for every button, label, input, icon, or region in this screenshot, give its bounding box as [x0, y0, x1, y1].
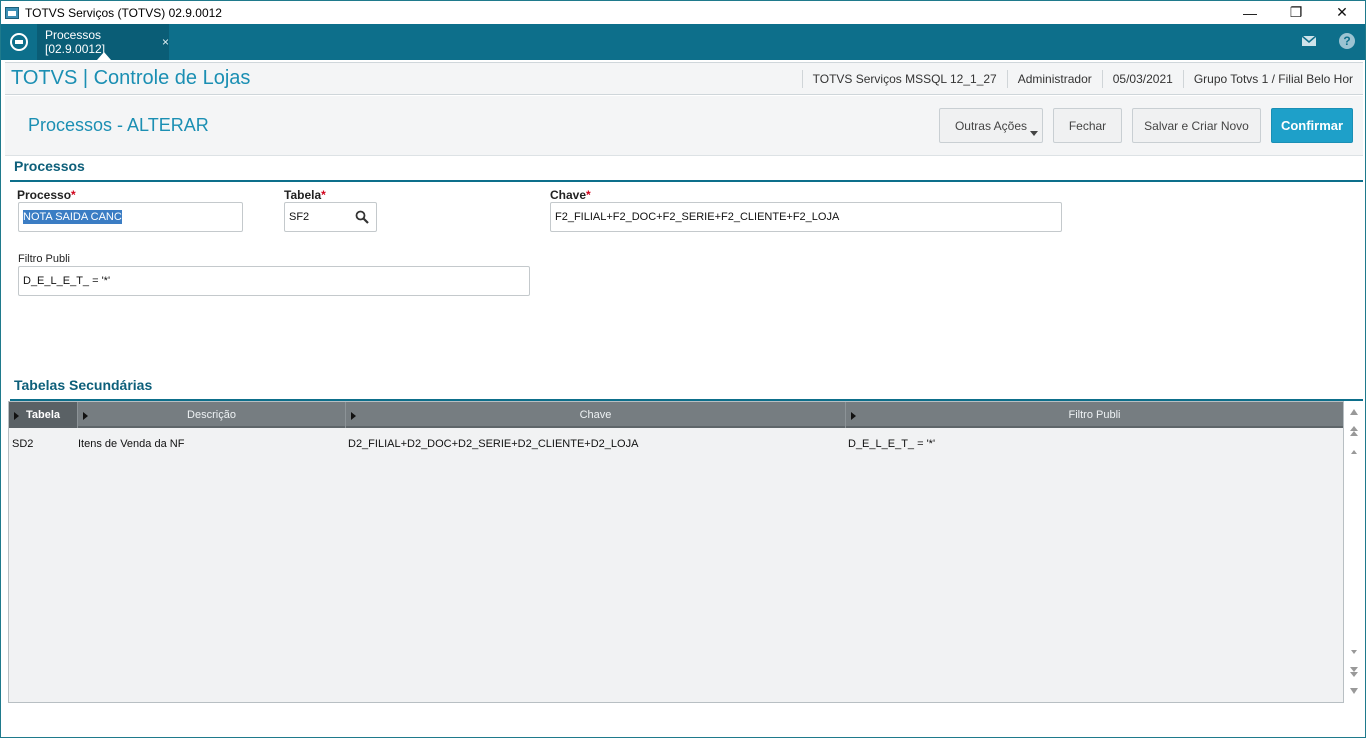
chave-value: F2_FILIAL+F2_DOC+F2_SERIE+F2_CLIENTE+F2_…: [555, 211, 840, 223]
required-mark: *: [586, 188, 591, 202]
grid-header: Tabela Descrição Chave Filtro Publi: [9, 402, 1343, 428]
window-controls: — ❐ ✕: [1227, 1, 1365, 24]
scroll-page-up-icon[interactable]: [1348, 425, 1360, 437]
window-title: TOTVS Serviços (TOTVS) 02.9.0012: [25, 5, 222, 20]
processo-label: Processo*: [17, 188, 76, 202]
app-header: TOTVS | Controle de Lojas TOTVS Serviços…: [5, 62, 1363, 95]
sort-arrow-icon: [14, 412, 19, 420]
chevron-down-icon: [1030, 131, 1038, 136]
column-header-label: Filtro Publi: [1068, 409, 1121, 421]
close-button[interactable]: Fechar: [1053, 108, 1122, 143]
action-bar: Processos - ALTERAR Outras Ações Fechar …: [5, 96, 1363, 156]
column-header-label: Tabela: [25, 409, 61, 421]
session-info: TOTVS Serviços MSSQL 12_1_27 Administrad…: [801, 63, 1363, 94]
scroll-bottom-icon[interactable]: [1348, 685, 1360, 697]
app-icon: [5, 6, 19, 19]
totvs-logo-icon[interactable]: [10, 33, 28, 51]
cell-filtro: D_E_L_E_T_ = '*': [848, 438, 936, 450]
app-window: TOTVS Serviços (TOTVS) 02.9.0012 — ❐ ✕ P…: [0, 0, 1366, 738]
sort-arrow-icon: [351, 412, 356, 420]
tabela-label-text: Tabela: [284, 188, 322, 202]
other-actions-button[interactable]: Outras Ações: [939, 108, 1043, 143]
grid-scrollbar[interactable]: [1345, 401, 1363, 703]
tabela-input[interactable]: SF2: [284, 202, 377, 232]
maximize-button[interactable]: ❐: [1273, 1, 1319, 24]
user-info: Administrador: [1006, 69, 1102, 88]
help-icon[interactable]: ?: [1339, 33, 1355, 49]
column-header-label: Chave: [579, 409, 612, 421]
column-header-label: Descrição: [187, 409, 236, 421]
cell-tabela: SD2: [12, 438, 34, 450]
date-info: 05/03/2021: [1101, 69, 1183, 88]
tabela-value: SF2: [289, 211, 310, 223]
processo-label-text: Processo: [17, 188, 72, 202]
cell-chave: D2_FILIAL+D2_DOC+D2_SERIE+D2_CLIENTE+D2_…: [348, 438, 639, 450]
processo-input[interactable]: NOTA SAIDA CANC: [18, 202, 243, 232]
environment-info: TOTVS Serviços MSSQL 12_1_27: [801, 69, 1007, 88]
confirm-button[interactable]: Confirmar: [1271, 108, 1353, 143]
required-mark: *: [321, 188, 326, 202]
page-title: Processos - ALTERAR: [28, 115, 209, 135]
secondary-tables-grid: Tabela Descrição Chave Filtro Publi SD2 …: [8, 401, 1344, 703]
close-window-button[interactable]: ✕: [1319, 1, 1365, 24]
column-header-descricao[interactable]: Descrição: [78, 402, 346, 428]
scroll-down-icon[interactable]: [1348, 646, 1360, 658]
mail-icon[interactable]: [1301, 34, 1317, 48]
chave-input[interactable]: F2_FILIAL+F2_DOC+F2_SERIE+F2_CLIENTE+F2_…: [550, 202, 1062, 232]
section-secundarias-title: Tabelas Secundárias: [10, 377, 1363, 401]
scroll-top-icon[interactable]: [1348, 406, 1360, 418]
filtro-label: Filtro Publi: [18, 253, 70, 265]
chave-label: Chave*: [550, 188, 591, 202]
tabela-label: Tabela*: [284, 188, 326, 202]
chave-label-text: Chave: [550, 188, 587, 202]
branch-info: Grupo Totvs 1 / Filial Belo Hor: [1182, 69, 1363, 88]
active-tab-indicator: [97, 52, 111, 60]
minimize-button[interactable]: —: [1227, 1, 1273, 24]
column-header-chave[interactable]: Chave: [346, 402, 846, 428]
save-and-new-button[interactable]: Salvar e Criar Novo: [1132, 108, 1261, 143]
other-actions-label: Outras Ações: [954, 118, 1028, 133]
tab-bar: Processos [02.9.0012] × ?: [1, 24, 1365, 60]
filtro-value: D_E_L_E_T_ = '*': [23, 275, 111, 287]
table-row[interactable]: SD2 Itens de Venda da NF D2_FILIAL+D2_DO…: [9, 430, 1343, 458]
filtro-input[interactable]: D_E_L_E_T_ = '*': [18, 266, 530, 296]
section-processos-title: Processos: [10, 158, 1363, 182]
cell-descricao: Itens de Venda da NF: [78, 438, 185, 450]
sort-arrow-icon: [851, 412, 856, 420]
title-bar: TOTVS Serviços (TOTVS) 02.9.0012 — ❐ ✕: [1, 1, 1365, 24]
module-title: TOTVS | Controle de Lojas: [11, 67, 251, 89]
sort-arrow-icon: [83, 412, 88, 420]
scroll-page-down-icon[interactable]: [1348, 666, 1360, 678]
required-mark: *: [71, 188, 76, 202]
processo-value: NOTA SAIDA CANC: [23, 210, 122, 224]
column-header-filtro[interactable]: Filtro Publi: [846, 402, 1343, 428]
column-header-tabela[interactable]: Tabela: [9, 402, 78, 428]
scroll-up-icon[interactable]: [1348, 446, 1360, 458]
tab-close-icon[interactable]: ×: [162, 35, 169, 49]
search-icon[interactable]: [355, 210, 369, 224]
